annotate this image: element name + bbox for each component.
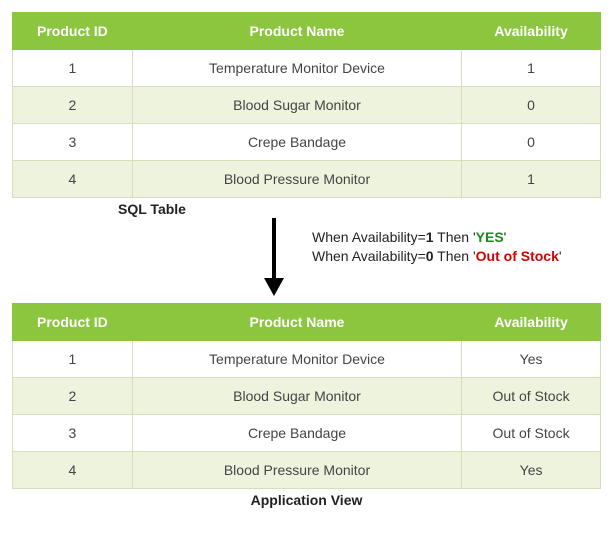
table-row: 2 Blood Sugar Monitor 0: [13, 87, 601, 124]
rule-line-2: When Availability=0 Then 'Out of Stock': [312, 247, 562, 266]
cell-availability: 1: [462, 50, 601, 87]
sql-table-caption: SQL Table: [12, 201, 292, 217]
cell-availability: 1: [462, 161, 601, 198]
rule-result-yes: YES: [476, 229, 504, 245]
cell-product-id: 3: [13, 415, 133, 452]
cell-product-id: 2: [13, 87, 133, 124]
cell-product-id: 1: [13, 341, 133, 378]
cell-product-id: 4: [13, 161, 133, 198]
arrow-down-icon: [12, 218, 292, 303]
table-row: 1 Temperature Monitor Device 1: [13, 50, 601, 87]
table-header-row: Product ID Product Name Availability: [13, 13, 601, 50]
cell-product-id: 4: [13, 452, 133, 489]
cell-product-id: 2: [13, 378, 133, 415]
cell-availability: Yes: [462, 452, 601, 489]
table-row: 4 Blood Pressure Monitor Yes: [13, 452, 601, 489]
cell-product-name: Blood Sugar Monitor: [132, 378, 461, 415]
col-header-product-name: Product Name: [132, 304, 461, 341]
cell-availability: Yes: [462, 341, 601, 378]
mapping-rules: When Availability=1 Then 'YES' When Avai…: [312, 228, 562, 266]
application-view-table: Product ID Product Name Availability 1 T…: [12, 303, 601, 489]
col-header-product-id: Product ID: [13, 304, 133, 341]
cell-product-id: 1: [13, 50, 133, 87]
cell-availability: 0: [462, 87, 601, 124]
cell-product-name: Temperature Monitor Device: [132, 341, 461, 378]
transformation-diagram: When Availability=1 Then 'YES' When Avai…: [12, 218, 601, 303]
cell-availability: 0: [462, 124, 601, 161]
cell-product-name: Blood Sugar Monitor: [132, 87, 461, 124]
rule-result-out-of-stock: Out of Stock: [476, 248, 559, 264]
cell-product-name: Temperature Monitor Device: [132, 50, 461, 87]
cell-product-name: Crepe Bandage: [132, 415, 461, 452]
table-row: 3 Crepe Bandage 0: [13, 124, 601, 161]
table-row: 4 Blood Pressure Monitor 1: [13, 161, 601, 198]
col-header-product-id: Product ID: [13, 13, 133, 50]
table-header-row: Product ID Product Name Availability: [13, 304, 601, 341]
cell-product-name: Blood Pressure Monitor: [132, 452, 461, 489]
rule-line-1: When Availability=1 Then 'YES': [312, 228, 562, 247]
table-row: 1 Temperature Monitor Device Yes: [13, 341, 601, 378]
cell-product-id: 3: [13, 124, 133, 161]
cell-product-name: Blood Pressure Monitor: [132, 161, 461, 198]
col-header-product-name: Product Name: [132, 13, 461, 50]
cell-availability: Out of Stock: [462, 415, 601, 452]
cell-availability: Out of Stock: [462, 378, 601, 415]
table-row: 3 Crepe Bandage Out of Stock: [13, 415, 601, 452]
application-view-caption: Application View: [12, 492, 601, 508]
sql-table: Product ID Product Name Availability 1 T…: [12, 12, 601, 198]
cell-product-name: Crepe Bandage: [132, 124, 461, 161]
table-row: 2 Blood Sugar Monitor Out of Stock: [13, 378, 601, 415]
col-header-availability: Availability: [462, 304, 601, 341]
col-header-availability: Availability: [462, 13, 601, 50]
